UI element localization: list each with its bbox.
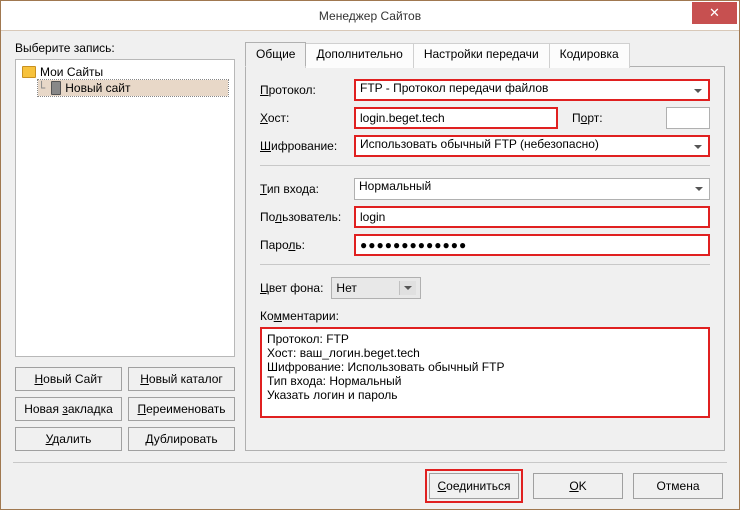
password-value: ●●●●●●●●●●●●● [360,238,467,252]
password-input[interactable]: ●●●●●●●●●●●●● [354,234,710,256]
user-label: Пользователь: [260,210,346,224]
tree-item-root[interactable]: Мои Сайты [22,64,228,80]
comments-label: Комментарии: [260,309,710,323]
tree-item-new-site[interactable]: └ Новый сайт [38,80,228,96]
connect-button[interactable]: Соединиться [429,473,519,499]
logon-type-label: Тип входа: [260,182,346,196]
chevron-down-icon [404,286,412,294]
bgcolor-select[interactable]: Нет [331,277,421,299]
logon-type-select[interactable]: Нормальный [354,178,710,200]
new-site-button[interactable]: Новый Сайт [15,367,122,391]
tab-charset[interactable]: Кодировка [549,43,630,68]
tree-item-label: Мои Сайты [40,65,103,79]
protocol-value: FTP - Протокол передачи файлов [360,81,548,95]
footer: Соединиться OK Отмена [1,463,739,509]
rename-button[interactable]: Переименовать [128,397,235,421]
ok-button[interactable]: OK [533,473,623,499]
encryption-label: Шифрование: [260,139,346,153]
connect-highlight: Соединиться [425,469,523,503]
password-label: Пароль: [260,238,346,252]
tab-advanced[interactable]: Дополнительно [305,43,413,68]
site-manager-window: Менеджер Сайтов ✕ Выберите запись: Мои С… [0,0,740,510]
port-input[interactable] [666,107,710,129]
window-title: Менеджер Сайтов [1,9,739,23]
select-entry-label: Выберите запись: [15,41,235,55]
comments-textarea[interactable] [263,330,707,412]
new-bookmark-button[interactable]: Новая закладка [15,397,122,421]
logon-type-value: Нормальный [359,179,431,193]
folder-icon [22,66,36,78]
sites-tree[interactable]: Мои Сайты └ Новый сайт [15,59,235,357]
encryption-select[interactable]: Использовать обычный FTP (небезопасно) [354,135,710,157]
cancel-button[interactable]: Отмена [633,473,723,499]
host-input[interactable] [354,107,558,129]
titlebar: Менеджер Сайтов ✕ [1,1,739,31]
tab-general[interactable]: Общие [245,42,306,67]
encryption-value: Использовать обычный FTP (небезопасно) [360,137,599,151]
separator [260,165,710,166]
tree-connector-icon: └ [38,81,45,95]
new-folder-button[interactable]: Новый каталог [128,367,235,391]
tree-item-label: Новый сайт [65,81,130,95]
close-icon[interactable]: ✕ [692,2,737,24]
delete-button[interactable]: Удалить [15,427,122,451]
protocol-select[interactable]: FTP - Протокол передачи файлов [354,79,710,101]
user-input[interactable] [354,206,710,228]
tab-transfer[interactable]: Настройки передачи [413,43,550,68]
separator [260,264,710,265]
tabs: Общие Дополнительно Настройки передачи К… [245,41,725,66]
port-label: Порт: [572,111,658,125]
general-panel: Протокол: FTP - Протокол передачи файлов… [245,66,725,451]
server-icon [51,81,61,95]
host-label: Хост: [260,111,346,125]
duplicate-button[interactable]: Дублировать [128,427,235,451]
bgcolor-value: Нет [336,281,356,295]
protocol-label: Протокол: [260,83,346,97]
bgcolor-label: Цвет фона: [260,281,323,295]
